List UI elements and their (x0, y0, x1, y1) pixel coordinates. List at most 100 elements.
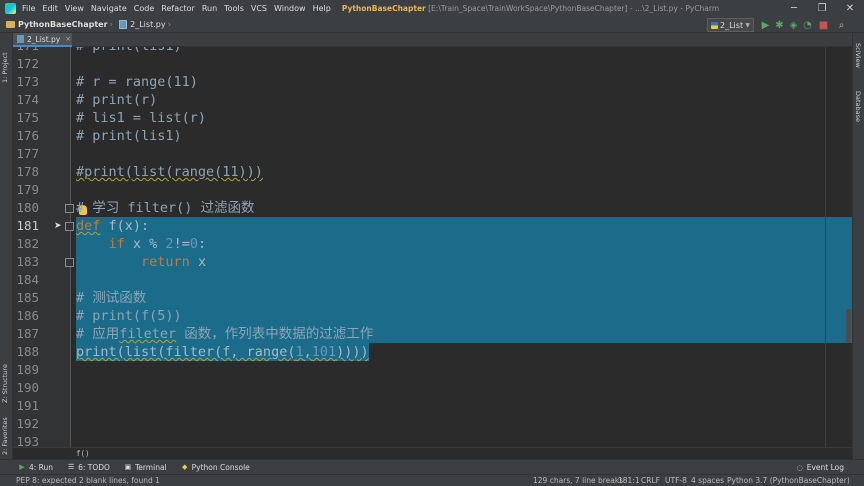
run-configuration-select[interactable]: 2_List ▼ (707, 18, 754, 32)
menu-help[interactable]: Help (313, 4, 331, 13)
search-everywhere-icon[interactable]: ⌕ (836, 20, 847, 31)
title-bar: File Edit View Navigate Code Refactor Ru… (0, 0, 864, 17)
todo-tool-button[interactable]: ☰ 6: TODO (67, 463, 110, 472)
fold-marker-icon[interactable] (65, 258, 74, 267)
caret-position[interactable]: 181:1 (618, 476, 640, 485)
line-number: 183 (16, 254, 39, 269)
file-encoding[interactable]: UTF-8 (665, 476, 687, 485)
restore-button[interactable]: ❐ (808, 0, 836, 17)
database-tool-tab[interactable]: Database (854, 91, 862, 122)
nav-crumb-file[interactable]: 2_List.py (115, 20, 166, 29)
nav-crumb-project[interactable]: PythonBaseChapter (0, 20, 108, 29)
editor-breadcrumb-label: f() (76, 449, 90, 458)
menu-file[interactable]: File (22, 4, 35, 13)
tool-window-bar: ▶ 4: Run ☰ 6: TODO ▣ Terminal ◆ Python Conso… (0, 459, 864, 474)
code-line: #print(list(range(11))) (76, 164, 263, 180)
code-line: # r = range(11) (76, 74, 198, 90)
todo-tool-label: 6: TODO (78, 462, 110, 472)
python-icon (711, 21, 718, 29)
event-log-label: Event Log (806, 463, 844, 472)
code-line-if: if x % 2!=0: (108, 236, 207, 252)
menu-refactor[interactable]: Refactor (161, 4, 195, 13)
menu-code[interactable]: Code (134, 4, 154, 13)
python-console-tool-label: Python Console (191, 462, 250, 472)
right-margin-guide (825, 47, 826, 447)
close-icon[interactable]: × (65, 35, 71, 43)
line-number: 175 (16, 110, 39, 125)
line-number: 184 (16, 272, 39, 287)
line-number: 171 (13, 47, 39, 55)
line-number: 180 (16, 200, 39, 215)
navigation-bar: PythonBaseChapter › 2_List.py › 2_List ▼… (0, 17, 864, 33)
menu-window[interactable]: Window (274, 4, 306, 13)
line-number: 178 (16, 164, 39, 179)
pycharm-logo-icon (5, 3, 16, 14)
code-line: # lis1 = list(r) (76, 110, 207, 126)
line-number: 176 (16, 128, 39, 143)
line-number: 192 (16, 416, 39, 431)
code-line-def: def f(x): (76, 218, 150, 234)
nav-crumb-file-label: 2_List.py (130, 20, 166, 29)
code-line: # 应用fileter 函数，作列表中数据的过滤工作 (76, 326, 374, 342)
python-console-tool-button[interactable]: ◆ Python Console (181, 463, 250, 472)
editor-breadcrumb[interactable]: f() (13, 447, 852, 459)
selection-count: 129 chars, 7 line breaks (533, 476, 624, 485)
status-message: PEP 8: expected 2 blank lines, found 1 (16, 476, 160, 485)
fold-marker-icon[interactable] (65, 222, 74, 231)
line-number: 190 (16, 380, 39, 395)
close-button[interactable]: ✕ (836, 0, 864, 17)
line-number: 179 (16, 182, 39, 197)
left-tool-strip: 1: Project Z: Structure 2: Favorites (0, 33, 13, 459)
status-bar: PEP 8: expected 2 blank lines, found 1 1… (0, 474, 864, 486)
code-line-print: print(list(filter(f, range(1,101)))) (76, 344, 369, 360)
right-tool-strip: SciView Database (852, 33, 864, 459)
code-editor[interactable]: 171 172 173 174 175 176 177 178 179 180 … (13, 47, 852, 447)
nav-crumb-project-label: PythonBaseChapter (18, 20, 108, 29)
code-line: # print(r) (76, 92, 158, 108)
menu-navigate[interactable]: Navigate (91, 4, 127, 13)
terminal-tool-button[interactable]: ▣ Terminal (124, 463, 167, 472)
cursor-arrow-icon: ➤ (54, 221, 62, 231)
terminal-icon: ▣ (124, 463, 132, 471)
indent-setting[interactable]: 4 spaces (691, 476, 724, 485)
code-line: # print(lis1) (76, 128, 182, 144)
minimize-button[interactable]: ─ (780, 0, 808, 17)
structure-tool-tab[interactable]: Z: Structure (1, 351, 12, 403)
debug-icon[interactable]: ✱ (774, 20, 785, 31)
line-number-gutter[interactable]: 171 172 173 174 175 176 177 178 179 180 … (13, 47, 74, 447)
fold-marker-icon[interactable] (65, 204, 74, 213)
coverage-icon[interactable]: ◈ (788, 20, 799, 31)
menu-view[interactable]: View (65, 4, 84, 13)
event-log-icon: ◌ (796, 463, 803, 472)
vertical-scrollbar-thumb[interactable] (846, 309, 851, 343)
line-number: 189 (16, 362, 39, 377)
python-file-icon (119, 20, 128, 29)
run-icon[interactable]: ▶ (760, 20, 771, 31)
sciview-tool-tab[interactable]: SciView (854, 43, 862, 68)
stop-icon[interactable]: ■ (818, 20, 829, 31)
editor-tab-2-list[interactable]: 2_List.py × (13, 33, 72, 47)
chevron-down-icon: ▼ (745, 21, 750, 29)
window-controls: ─ ❐ ✕ (780, 0, 864, 17)
code-line: # print(lis1) (76, 47, 182, 55)
favorites-tool-tab[interactable]: 2: Favorites (1, 407, 12, 455)
line-number-current: 181 (16, 218, 39, 233)
code-line: # print(f(5)) (76, 308, 182, 324)
terminal-tool-label: Terminal (134, 462, 167, 472)
editor-tab-bar: 2_List.py × (13, 33, 852, 47)
menu-run[interactable]: Run (202, 4, 217, 13)
run-tool-button[interactable]: ▶ 4: Run (18, 463, 53, 472)
python-interpreter[interactable]: Python 3.7 (PythonBaseChapter) (727, 476, 850, 485)
line-number: 193 (16, 434, 39, 447)
profile-icon[interactable]: ◔ (802, 20, 813, 31)
menu-edit[interactable]: Edit (42, 4, 58, 13)
run-configuration-label: 2_List (720, 20, 744, 30)
code-line: # 测试函数 (76, 290, 147, 306)
event-log-button[interactable]: ◌ Event Log (796, 463, 844, 472)
project-tool-tab[interactable]: 1: Project (1, 39, 12, 83)
line-number: 172 (16, 56, 39, 71)
line-number: 182 (16, 236, 39, 251)
line-separator[interactable]: CRLF (641, 476, 660, 485)
menu-vcs[interactable]: VCS (251, 4, 267, 13)
menu-tools[interactable]: Tools (224, 4, 244, 13)
